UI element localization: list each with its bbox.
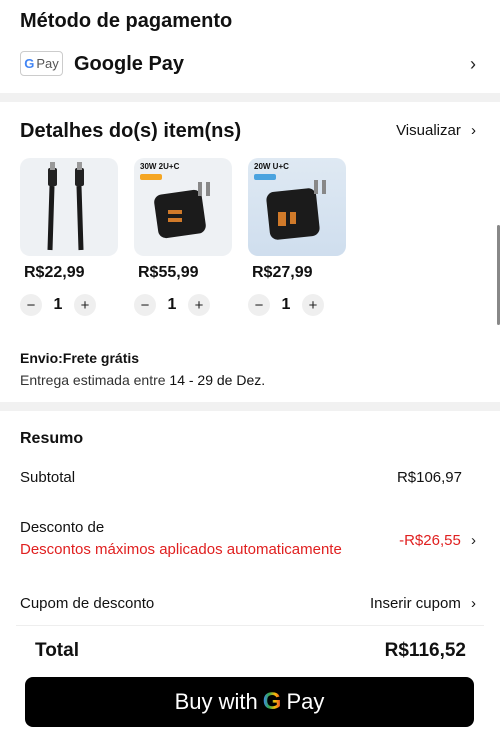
total-value: R$116,52 — [384, 640, 466, 661]
product-price: R$22,99 — [24, 264, 85, 281]
payment-method-title: Método de pagamento — [20, 10, 233, 32]
usb-cable-icon — [47, 162, 84, 251]
discount-row[interactable]: Desconto de Descontos máximos aplicados … — [20, 519, 476, 558]
chevron-right-icon: › — [471, 595, 476, 612]
buy-button-prefix: Buy with — [174, 689, 258, 714]
product-list: R$22,99 − 1 + 30W 2U+C R$55,99 − 1 + 20W… — [20, 158, 346, 316]
product-item: 30W 2U+C R$55,99 − 1 + — [134, 158, 232, 316]
increase-quantity-button[interactable]: + — [188, 294, 210, 316]
chevron-right-icon: › — [471, 122, 476, 139]
buy-button-suffix: Pay — [286, 689, 325, 714]
wall-charger-icon — [140, 174, 210, 239]
shipping-title: Envio:Frete grátis — [20, 350, 140, 366]
increase-quantity-button[interactable]: + — [302, 294, 324, 316]
quantity-stepper: − 1 + — [248, 294, 346, 316]
coupon-action-group[interactable]: Inserir cupom › — [370, 595, 476, 612]
google-pay-logo: G Pay — [20, 51, 63, 76]
wall-charger-icon — [254, 174, 326, 240]
items-section: Detalhes do(s) item(ns) Visualizar › R$2… — [0, 102, 500, 402]
product-image-charger-30w[interactable]: 30W 2U+C — [134, 158, 232, 256]
decrease-quantity-button[interactable]: − — [20, 294, 42, 316]
product-price: R$27,99 — [252, 264, 313, 281]
quantity-value: 1 — [53, 296, 63, 313]
discount-value: -R$26,55 — [399, 532, 461, 549]
google-g-icon: G — [24, 56, 35, 71]
insert-coupon-link: Inserir cupom — [369, 595, 461, 612]
product-price: R$55,99 — [138, 264, 199, 281]
quantity-stepper: − 1 + — [20, 294, 118, 316]
payment-chevron-icon[interactable]: › — [470, 54, 476, 75]
quantity-value: 1 — [281, 296, 291, 313]
increase-quantity-button[interactable]: + — [74, 294, 96, 316]
payment-method-name[interactable]: Google Pay — [74, 53, 184, 76]
items-title: Detalhes do(s) item(ns) — [20, 120, 242, 142]
shipping-estimate-prefix: Entrega estimada entre — [20, 372, 170, 388]
subtotal-value: R$106,97 — [396, 469, 462, 486]
view-items-label: Visualizar — [396, 122, 461, 139]
product-item: 20W U+C R$27,99 − 1 + — [248, 158, 346, 316]
product-image-label: 20W U+C — [254, 162, 289, 171]
summary-title: Resumo — [20, 430, 84, 447]
divider — [0, 402, 500, 411]
discount-value-group: -R$26,55 › — [399, 532, 476, 549]
product-image-charger-20w[interactable]: 20W U+C — [248, 158, 346, 256]
product-image-cable[interactable] — [20, 158, 118, 256]
product-image-label: 30W 2U+C — [140, 162, 180, 171]
product-item: R$22,99 − 1 + — [20, 158, 118, 316]
buy-with-google-pay-button[interactable]: Buy with G Pay — [25, 677, 474, 727]
shipping-estimate: Entrega estimada entre 14 - 29 de Dez. — [20, 372, 265, 388]
quantity-stepper: − 1 + — [134, 294, 232, 316]
coupon-row[interactable]: Cupom de desconto Inserir cupom › — [20, 595, 476, 612]
coupon-label: Cupom de desconto — [20, 595, 155, 612]
quantity-value: 1 — [167, 296, 177, 313]
view-items-link[interactable]: Visualizar › — [396, 122, 476, 139]
chevron-right-icon: › — [471, 532, 476, 549]
total-row: Total R$116,52 — [16, 625, 484, 676]
google-g-icon: G — [262, 688, 282, 715]
google-pay-badge-text: Pay — [36, 56, 59, 71]
shipping-dates: 14 - 29 de Dez. — [169, 372, 266, 388]
payment-method-section: Método de pagamento G Pay Google Pay › — [0, 0, 500, 93]
total-label: Total — [35, 640, 79, 661]
subtotal-label: Subtotal — [20, 469, 76, 486]
decrease-quantity-button[interactable]: − — [134, 294, 156, 316]
subtotal-row: Subtotal R$106,97 — [20, 469, 476, 486]
divider — [0, 93, 500, 102]
decrease-quantity-button[interactable]: − — [248, 294, 270, 316]
